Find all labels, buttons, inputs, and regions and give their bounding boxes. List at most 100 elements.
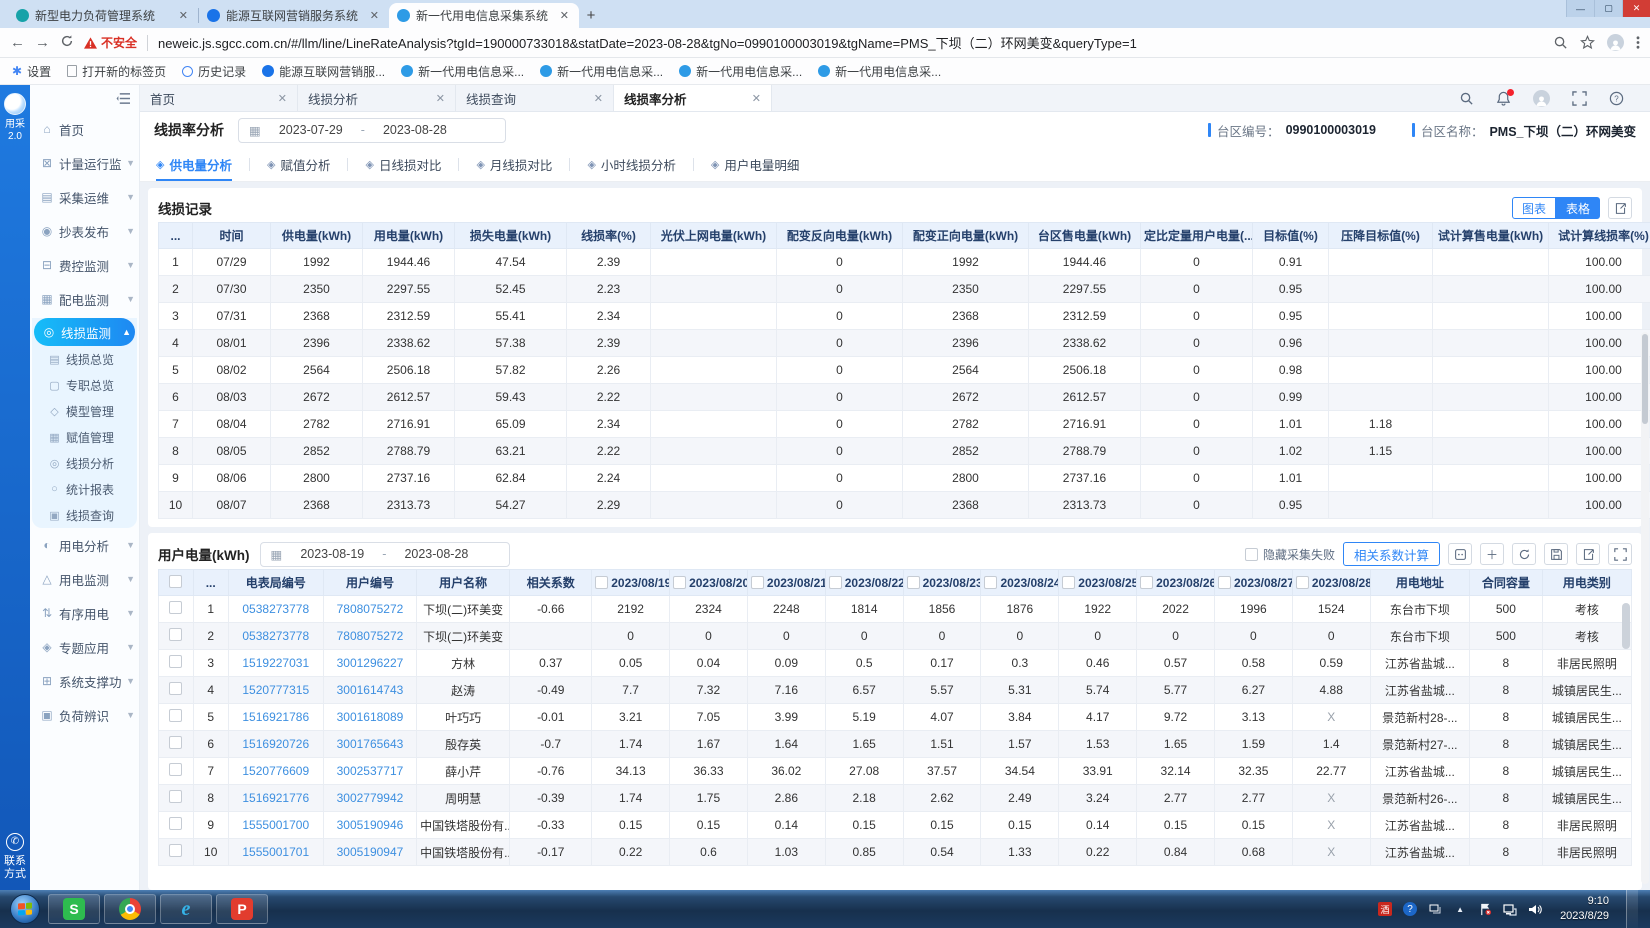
- export-icon[interactable]: [1608, 197, 1632, 219]
- row-checkbox[interactable]: [169, 601, 182, 614]
- meter-no-link[interactable]: 1555001701: [228, 839, 323, 866]
- user-no-link[interactable]: 3002779942: [323, 785, 416, 812]
- date-column-checkbox[interactable]: [751, 576, 764, 589]
- minimize-button[interactable]: —: [1566, 0, 1594, 17]
- subtab[interactable]: ◈赋值分析: [267, 148, 330, 181]
- close-button[interactable]: ✕: [1622, 0, 1650, 17]
- row-checkbox[interactable]: [169, 736, 182, 749]
- forward-icon[interactable]: →: [35, 35, 50, 50]
- user-no-link[interactable]: 7808075272: [323, 596, 416, 623]
- table-row[interactable]: 915550017003005190946中国铁塔股份有...-0.330.15…: [159, 812, 1632, 839]
- table-row[interactable]: 608/0326722612.5759.432.22026722612.5700…: [159, 384, 1650, 411]
- sidebar-item-usage-monitor[interactable]: △用电监测▼: [30, 562, 139, 596]
- bookmark-item[interactable]: ✱设置: [12, 63, 51, 80]
- contact-button[interactable]: ✆ 联系方式: [0, 833, 30, 883]
- date-column-checkbox[interactable]: [673, 576, 686, 589]
- user-no-link[interactable]: 3001296227: [323, 650, 416, 677]
- table-row[interactable]: 107/2919921944.4647.542.39019921944.4600…: [159, 249, 1650, 276]
- sidebar-subitem[interactable]: ▦赋值管理: [32, 424, 137, 450]
- date-column-checkbox[interactable]: [829, 576, 842, 589]
- row-checkbox[interactable]: [169, 817, 182, 830]
- tab-close-icon[interactable]: ✕: [177, 9, 190, 22]
- sidebar-subitem[interactable]: ○统计报表: [32, 476, 137, 502]
- sidebar-item-fee-control[interactable]: ⊟费控监测▼: [30, 248, 139, 282]
- taskbar-wps-icon[interactable]: S: [48, 894, 100, 924]
- tab-close-icon[interactable]: ✕: [558, 9, 571, 22]
- tray-volume-icon[interactable]: [1527, 901, 1543, 917]
- browser-tab[interactable]: 能源互联网营销服务系统✕: [199, 3, 389, 28]
- taskbar-ie-icon[interactable]: e: [160, 894, 212, 924]
- table-row[interactable]: 908/0628002737.1662.842.24028002737.1601…: [159, 465, 1650, 492]
- new-tab-button[interactable]: +: [579, 3, 603, 27]
- table-row[interactable]: 105382737787808075272下坝(二)环美变-0.66219223…: [159, 596, 1632, 623]
- collapse-menu-icon[interactable]: [116, 92, 131, 105]
- maximize-button[interactable]: ▢: [1594, 0, 1622, 17]
- sidebar-subitem[interactable]: ◇模型管理: [32, 398, 137, 424]
- page-tab[interactable]: 首页✕: [140, 85, 298, 111]
- date-column-checkbox[interactable]: [907, 576, 920, 589]
- search-zoom-icon[interactable]: [1553, 35, 1568, 50]
- security-warning[interactable]: 不安全: [84, 34, 137, 51]
- date-column-checkbox[interactable]: [595, 576, 608, 589]
- tray-network-icon[interactable]: [1502, 901, 1518, 917]
- tray-help-icon[interactable]: ?: [1402, 901, 1418, 917]
- save-icon[interactable]: [1544, 543, 1568, 565]
- user-no-link[interactable]: 3005190946: [323, 812, 416, 839]
- meter-no-link[interactable]: 1516921776: [228, 785, 323, 812]
- page-scrollbar[interactable]: [1641, 332, 1649, 884]
- page-tab[interactable]: 线损分析✕: [298, 85, 456, 111]
- bookmark-item[interactable]: 新一代用电信息采...: [401, 63, 524, 80]
- table-row[interactable]: 307/3123682312.5955.412.34023682312.5900…: [159, 303, 1650, 330]
- tab-close-icon[interactable]: ✕: [368, 9, 381, 22]
- notification-bell-icon[interactable]: [1496, 91, 1511, 106]
- meter-no-link[interactable]: 1516920726: [228, 731, 323, 758]
- date-end[interactable]: 2023-08-28: [383, 123, 447, 137]
- table-row[interactable]: 315192270313001296227方林0.370.050.040.090…: [159, 650, 1632, 677]
- sidebar-item-orderly-usage[interactable]: ⇅有序用电▼: [30, 596, 139, 630]
- tab-close-icon[interactable]: ✕: [278, 92, 287, 105]
- bookmark-item[interactable]: 历史记录: [182, 63, 246, 80]
- table-row[interactable]: 615169207263001765643殷存英-0.71.741.671.64…: [159, 731, 1632, 758]
- date-column-checkbox[interactable]: [984, 576, 997, 589]
- fullscreen-icon[interactable]: [1608, 543, 1632, 565]
- sidebar-item-meter-reading[interactable]: ◉抄表发布▼: [30, 214, 139, 248]
- taskbar-chrome-icon[interactable]: [104, 894, 156, 924]
- meter-no-link[interactable]: 1520776609: [228, 758, 323, 785]
- sidebar-item-line-loss[interactable]: ◎线损监测▲: [34, 318, 135, 346]
- page-tab[interactable]: 线损查询✕: [456, 85, 614, 111]
- table-row[interactable]: 815169217763002779942周明慧-0.391.741.752.8…: [159, 785, 1632, 812]
- meter-no-link[interactable]: 1555001700: [228, 812, 323, 839]
- user-energy-date-picker[interactable]: ▦ 2023-08-19 - 2023-08-28: [260, 542, 510, 567]
- user-no-link[interactable]: 3001614743: [323, 677, 416, 704]
- row-checkbox[interactable]: [169, 844, 182, 857]
- row-checkbox[interactable]: [169, 709, 182, 722]
- bookmark-item[interactable]: 打开新的标签页: [67, 63, 166, 80]
- table-scrollbar[interactable]: [1622, 603, 1630, 843]
- hide-failed-checkbox[interactable]: 隐藏采集失败: [1245, 546, 1335, 563]
- table-row[interactable]: 715207766093002537717薛小芹-0.7634.1336.333…: [159, 758, 1632, 785]
- user-no-link[interactable]: 7808075272: [323, 623, 416, 650]
- meter-no-link[interactable]: 1516921786: [228, 704, 323, 731]
- date-start[interactable]: 2023-07-29: [279, 123, 343, 137]
- help-icon[interactable]: ?: [1609, 91, 1624, 106]
- subtab[interactable]: ◈供电量分析: [156, 148, 232, 181]
- row-checkbox[interactable]: [169, 628, 182, 641]
- meter-no-link[interactable]: 1519227031: [228, 650, 323, 677]
- search-icon[interactable]: [1459, 91, 1474, 106]
- subtab[interactable]: ◈日线损对比: [365, 148, 441, 181]
- sidebar-item-usage-analysis[interactable]: ◐用电分析▼: [30, 528, 139, 562]
- taskbar-wpp-icon[interactable]: P: [216, 894, 268, 924]
- subtab[interactable]: ◈月线损对比: [476, 148, 552, 181]
- user-no-link[interactable]: 3001618089: [323, 704, 416, 731]
- show-desktop-button[interactable]: [1626, 890, 1638, 928]
- bookmark-star-icon[interactable]: [1580, 35, 1595, 50]
- row-checkbox[interactable]: [169, 655, 182, 668]
- table-row[interactable]: 515169217863001618089叶巧巧-0.013.217.053.9…: [159, 704, 1632, 731]
- bookmark-item[interactable]: 能源互联网营销服...: [262, 63, 385, 80]
- sidebar-item-system-support[interactable]: ⊞系统支撑功能▼: [30, 664, 139, 698]
- subtab[interactable]: ◈小时线损分析: [587, 148, 675, 181]
- export-icon[interactable]: [1576, 543, 1600, 565]
- refresh-icon[interactable]: [60, 34, 74, 51]
- tab-close-icon[interactable]: ✕: [436, 92, 445, 105]
- bookmark-item[interactable]: 新一代用电信息采...: [818, 63, 941, 80]
